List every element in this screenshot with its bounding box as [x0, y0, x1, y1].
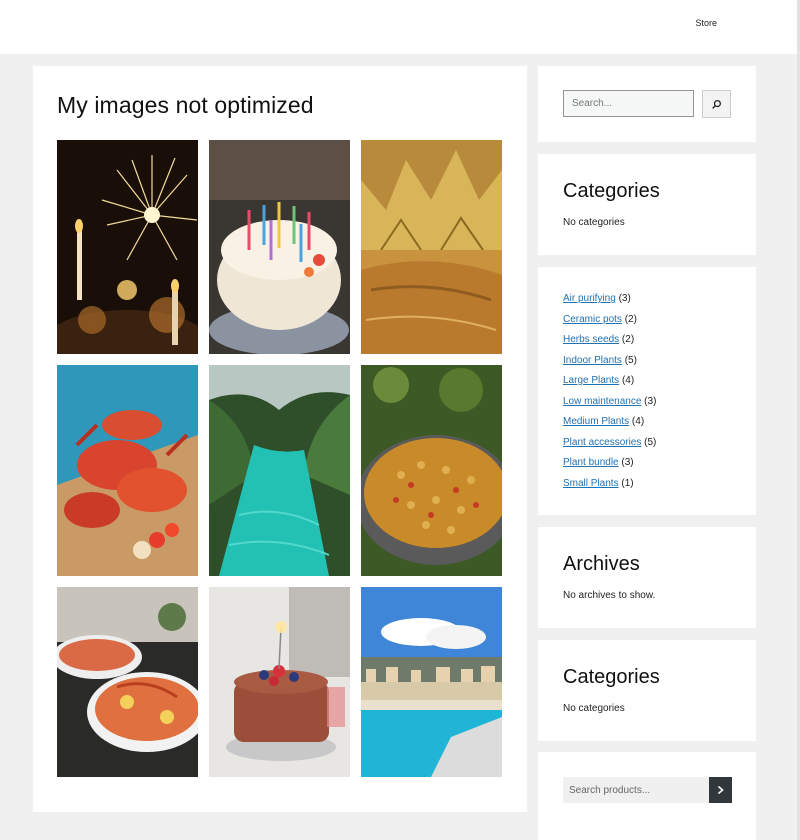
- gallery-image-seafood-crabs[interactable]: [57, 365, 198, 576]
- category-link[interactable]: Large Plants: [563, 375, 619, 386]
- search-widget: [538, 66, 756, 142]
- search-icon: [712, 99, 721, 109]
- categories-empty-text: No categories: [563, 703, 625, 714]
- main-content: My images not optimized: [33, 66, 527, 812]
- list-item: Indoor Plants (5): [563, 354, 656, 375]
- list-item: Medium Plants (4): [563, 415, 656, 436]
- search-button[interactable]: [702, 90, 731, 118]
- category-count: (3): [644, 395, 657, 407]
- product-search-input[interactable]: [563, 777, 709, 803]
- list-item: Herbs seeds (2): [563, 333, 656, 354]
- category-count: (4): [631, 416, 645, 427]
- category-count: (2): [621, 334, 635, 345]
- gallery-image-chocolate-cake[interactable]: [209, 587, 350, 777]
- search-input[interactable]: [563, 90, 694, 117]
- widget-title-archives: Archives: [563, 553, 640, 575]
- categories-widget: Categories No categories: [538, 154, 756, 255]
- category-link[interactable]: Air purifying: [563, 293, 616, 304]
- category-link[interactable]: Plant bundle: [563, 457, 619, 468]
- category-count: (5): [624, 354, 637, 366]
- gallery-image-seafood-platters[interactable]: [57, 587, 198, 777]
- product-search-widget: [538, 752, 756, 840]
- product-search-button[interactable]: [709, 777, 732, 803]
- chevron-right-icon: [717, 785, 724, 795]
- page-title: My images not optimized: [57, 92, 314, 118]
- list-item: Plant bundle (3): [563, 456, 656, 477]
- category-count: (4): [621, 375, 635, 386]
- list-item: Small Plants (1): [563, 477, 656, 498]
- product-category-list: Air purifying (3) Ceramic pots (2) Herbs…: [563, 292, 656, 497]
- category-link[interactable]: Small Plants: [563, 478, 619, 489]
- category-link[interactable]: Indoor Plants: [563, 355, 622, 366]
- image-gallery: [57, 140, 502, 777]
- list-item: Ceramic pots (2): [563, 313, 656, 334]
- category-link[interactable]: Low maintenance: [563, 396, 641, 407]
- product-categories-widget: Air purifying (3) Ceramic pots (2) Herbs…: [538, 267, 756, 515]
- category-count: (3): [621, 457, 634, 468]
- widget-title-categories: Categories: [563, 180, 660, 202]
- list-item: Air purifying (3): [563, 292, 656, 313]
- gallery-image-sparkler-candles[interactable]: [57, 140, 198, 354]
- categories-widget-2: Categories No categories: [538, 640, 756, 741]
- category-count: (3): [618, 293, 631, 304]
- gallery-image-paella[interactable]: [361, 365, 502, 576]
- category-count: (1): [621, 477, 634, 489]
- archives-widget: Archives No archives to show.: [538, 527, 756, 628]
- gallery-image-river-gorge[interactable]: [209, 365, 350, 576]
- site-header: Store: [0, 0, 797, 54]
- gallery-image-galette-crown[interactable]: [361, 140, 502, 354]
- category-link[interactable]: Ceramic pots: [563, 314, 622, 325]
- category-link[interactable]: Herbs seeds: [563, 334, 619, 345]
- category-count: (2): [624, 313, 637, 325]
- list-item: Low maintenance (3): [563, 395, 656, 416]
- nav-link-store[interactable]: Store: [695, 18, 717, 28]
- widget-title-categories: Categories: [563, 666, 660, 688]
- category-count: (5): [644, 436, 657, 448]
- list-item: Plant accessories (5): [563, 436, 656, 457]
- archives-empty-text: No archives to show.: [563, 590, 656, 601]
- gallery-image-nice-beach[interactable]: [361, 587, 502, 777]
- category-link[interactable]: Plant accessories: [563, 437, 641, 448]
- categories-empty-text: No categories: [563, 217, 625, 228]
- gallery-image-birthday-cake-candles[interactable]: [209, 140, 350, 354]
- list-item: Large Plants (4): [563, 374, 656, 395]
- category-link[interactable]: Medium Plants: [563, 416, 629, 427]
